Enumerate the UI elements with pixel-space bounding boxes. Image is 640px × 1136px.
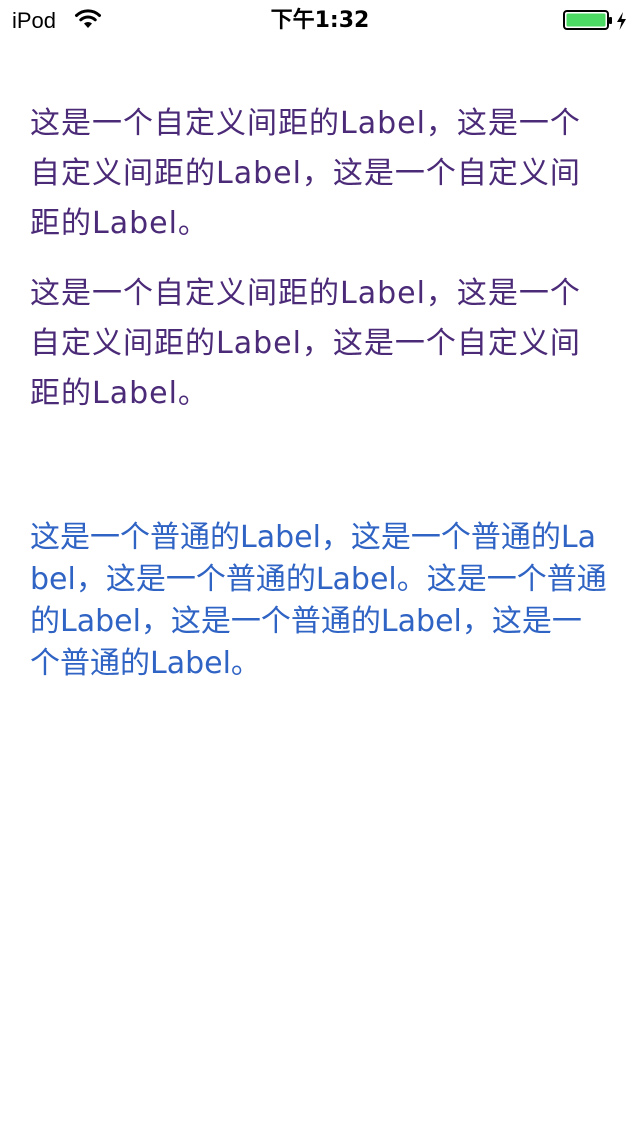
normal-label: 这是一个普通的Label，这是一个普通的Label，这是一个普通的Label。这… — [30, 520, 607, 681]
status-bar: iPod 下午1:32 — [0, 0, 640, 40]
battery-charging-icon — [563, 10, 626, 30]
custom-spacing-label-2: 这是一个自定义间距的Label，这是一个自定义间距的Label，这是一个自定义间… — [30, 276, 581, 411]
status-time: 下午1:32 — [270, 8, 370, 33]
custom-spacing-label-1: 这是一个自定义间距的Label，这是一个自定义间距的Label，这是一个自定义间… — [30, 106, 581, 241]
